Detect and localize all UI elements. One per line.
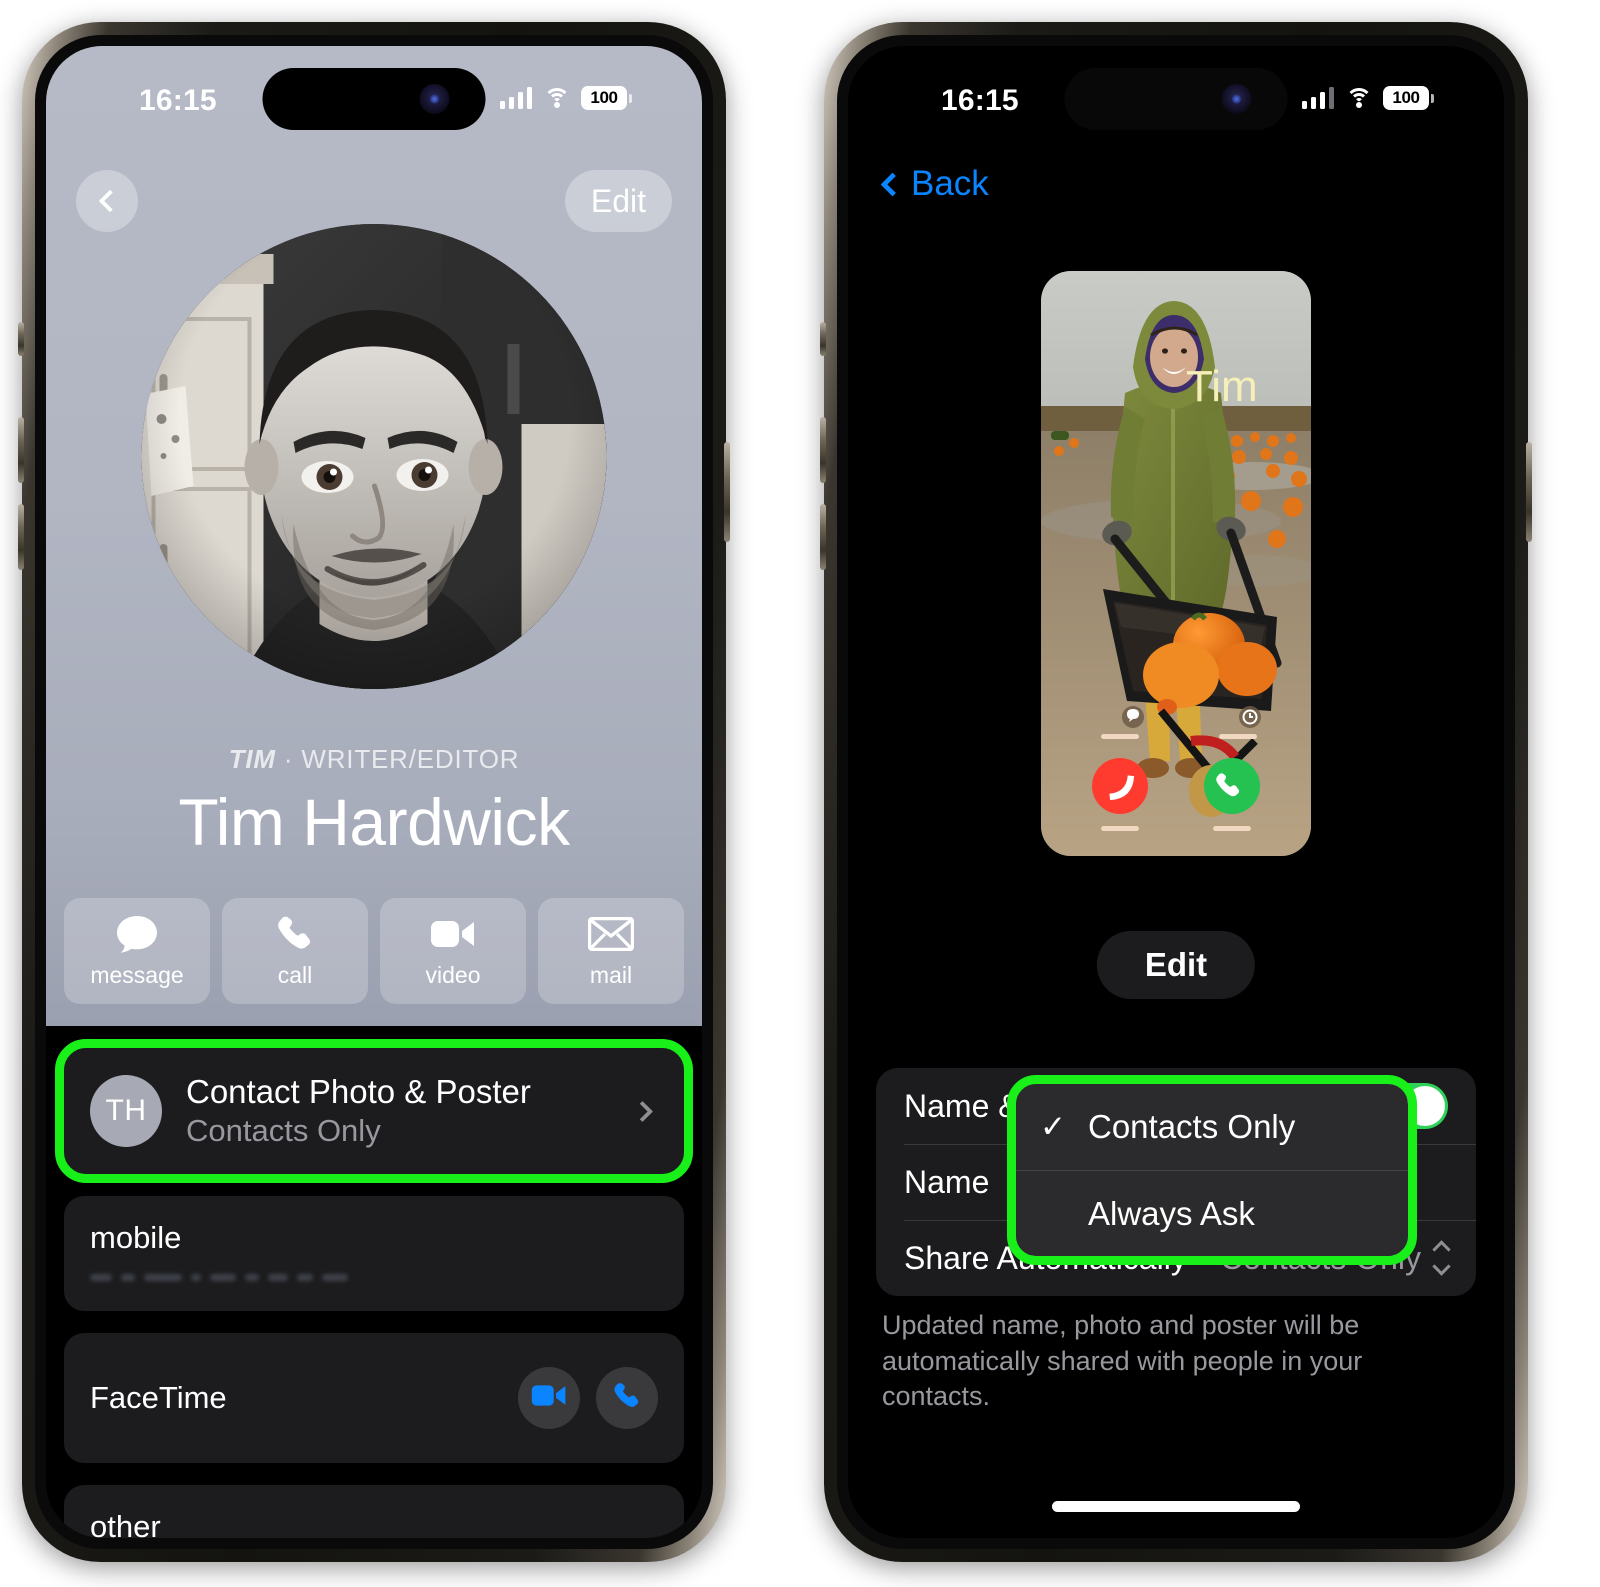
facetime-row[interactable]: FaceTime [64, 1333, 684, 1464]
contact-subtitle-separator: · [275, 744, 302, 774]
edit-poster-button-label: Edit [1144, 946, 1208, 983]
facetime-row-label: FaceTime [90, 1380, 227, 1416]
volume-down-button-right[interactable] [820, 504, 826, 570]
contact-subtitle: TIM · WRITER/EDITOR [46, 744, 702, 775]
back-button[interactable] [76, 170, 138, 232]
chevron-left-icon [880, 171, 905, 197]
other-row[interactable]: other [64, 1485, 684, 1538]
phone-icon [612, 1381, 642, 1416]
back-button-label: Back [911, 164, 989, 203]
quick-actions-row: message call video mail [64, 898, 684, 1004]
contact-photo-poster-title: Contact Photo & Poster [186, 1073, 531, 1110]
dynamic-island [262, 68, 486, 130]
setting-label-name: Name [904, 1163, 990, 1200]
edit-button[interactable]: Edit [564, 170, 672, 232]
message-bubble-icon [115, 914, 159, 954]
chevron-left-icon [98, 189, 121, 213]
contact-subtitle-nickname: TIM [228, 744, 276, 774]
status-indicators: 100 [1301, 86, 1434, 110]
video-camera-icon [531, 1383, 567, 1413]
right-phone-bezel: Back Tim Edit Name & Name Share Automati… [837, 35, 1515, 1549]
volume-up-button[interactable] [18, 417, 24, 483]
contact-avatar[interactable] [141, 224, 607, 689]
silent-switch[interactable] [18, 322, 24, 356]
mobile-row-label: mobile [90, 1220, 182, 1256]
left-iphone-device: Edit TIM · WRITER/EDITOR Tim Hardwick me… [18, 22, 730, 1562]
contact-full-name: Tim Hardwick [178, 785, 570, 859]
contact-subtitle-role: WRITER/EDITOR [301, 744, 520, 774]
contact-detail-list: TH Contact Photo & Poster Contacts Only … [46, 1026, 702, 1538]
quick-action-message-label: message [90, 961, 184, 988]
quick-action-call[interactable]: call [222, 898, 368, 1004]
side-power-button[interactable] [724, 442, 730, 542]
menu-item-always-ask[interactable]: Always Ask [1016, 1170, 1408, 1256]
status-time: 16:15 [941, 84, 1019, 117]
contact-poster-header: Edit TIM · WRITER/EDITOR Tim Hardwick me… [46, 46, 702, 1026]
checkmark-icon: ✓ [1040, 1109, 1066, 1144]
contact-photo-poster-row[interactable]: TH Contact Photo & Poster Contacts Only [55, 1038, 693, 1184]
facetime-audio-button[interactable] [596, 1367, 658, 1430]
mobile-row-content: mobile [64, 1196, 684, 1311]
contact-photo-poster-row-content: TH Contact Photo & Poster Contacts Only [64, 1048, 684, 1174]
volume-up-button-right[interactable] [820, 417, 826, 483]
right-iphone-device: Back Tim Edit Name & Name Share Automati… [820, 22, 1532, 1562]
quick-action-video-label: video [425, 961, 481, 988]
battery-percent: 100 [1383, 86, 1429, 110]
contact-poster-preview[interactable]: Tim [1041, 271, 1311, 856]
envelope-icon [588, 914, 634, 954]
battery-cap [1431, 93, 1434, 103]
contact-photo-poster-texts: Contact Photo & Poster Contacts Only [186, 1072, 611, 1150]
silent-switch-right[interactable] [820, 322, 826, 356]
menu-item-contacts-only[interactable]: ✓ Contacts Only [1016, 1084, 1408, 1170]
menu-item-contacts-only-label: Contacts Only [1088, 1108, 1296, 1145]
battery-icon: 100 [1383, 86, 1434, 110]
right-phone-screen: Back Tim Edit Name & Name Share Automati… [848, 46, 1504, 1538]
mobile-row[interactable]: mobile [64, 1196, 684, 1312]
dynamic-island [1064, 68, 1288, 130]
quick-action-video[interactable]: video [380, 898, 526, 1004]
facetime-row-content: FaceTime [64, 1333, 684, 1463]
screenshot-stage: Edit TIM · WRITER/EDITOR Tim Hardwick me… [0, 0, 1600, 1587]
other-row-content: other [64, 1485, 684, 1538]
quick-action-message[interactable]: message [64, 898, 210, 1004]
edit-button-label: Edit [590, 182, 646, 219]
edit-poster-button[interactable]: Edit [1096, 931, 1256, 999]
avatar-initials: TH [90, 1075, 162, 1148]
contact-photo-poster-subtitle: Contacts Only [186, 1113, 381, 1149]
chevron-right-icon [631, 1100, 654, 1122]
side-power-button-right[interactable] [1526, 442, 1532, 542]
other-row-label: other [90, 1509, 161, 1538]
menu-item-always-ask-label: Always Ask [1088, 1194, 1255, 1232]
phone-icon [275, 914, 315, 954]
wifi-icon [1345, 88, 1372, 108]
svg-text:Tim: Tim [1186, 362, 1258, 411]
front-camera-icon [419, 84, 450, 114]
share-automatically-popup-menu: ✓ Contacts Only Always Ask [1007, 1075, 1417, 1265]
sharing-footnote: Updated name, photo and poster will be a… [882, 1310, 1363, 1412]
left-phone-screen: Edit TIM · WRITER/EDITOR Tim Hardwick me… [46, 46, 702, 1538]
cellular-bars-icon [1301, 87, 1334, 109]
quick-action-mail-label: mail [589, 961, 633, 988]
video-camera-icon [430, 914, 476, 954]
front-camera-icon [1221, 84, 1252, 114]
facetime-actions [518, 1367, 658, 1430]
left-phone-bezel: Edit TIM · WRITER/EDITOR Tim Hardwick me… [35, 35, 713, 1549]
facetime-video-button[interactable] [518, 1367, 580, 1430]
volume-down-button[interactable] [18, 504, 24, 570]
chevron-up-down-icon[interactable] [1432, 1240, 1451, 1276]
quick-action-call-label: call [277, 961, 313, 988]
quick-action-mail[interactable]: mail [538, 898, 684, 1004]
mobile-number-redacted [90, 1274, 658, 1282]
home-indicator[interactable] [1052, 1501, 1300, 1512]
back-button[interactable]: Back [880, 164, 989, 204]
